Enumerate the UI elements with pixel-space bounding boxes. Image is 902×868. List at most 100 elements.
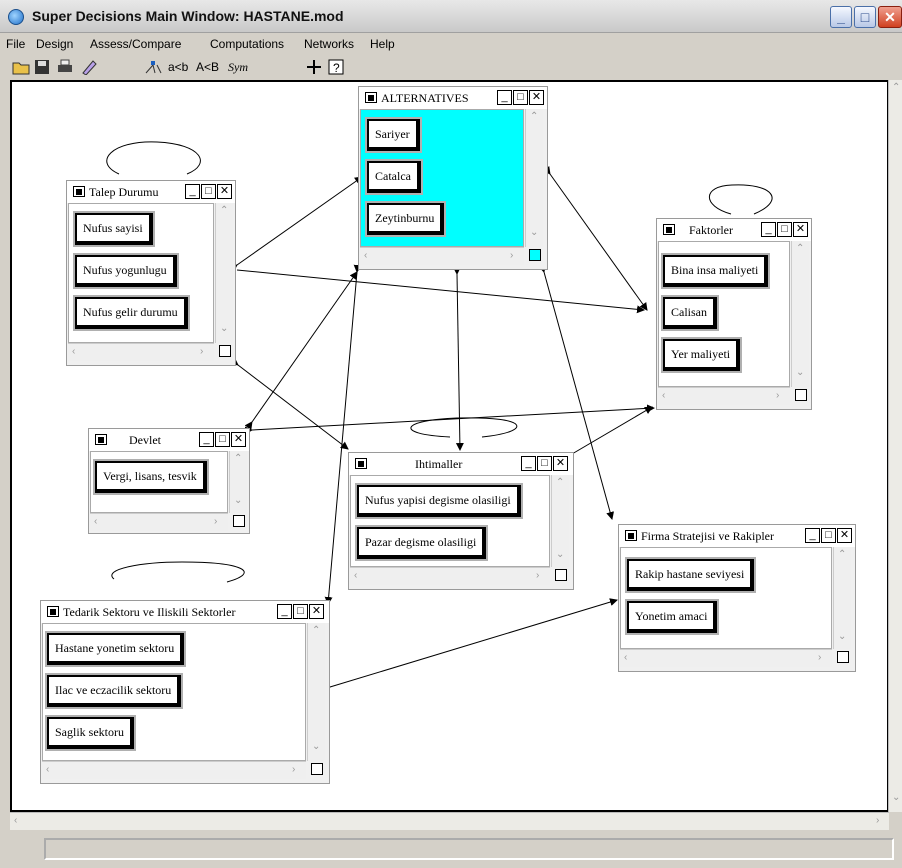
menu-computations[interactable]: Computations (210, 37, 284, 51)
vertical-scrollbar[interactable]: ⌃ ⌄ (551, 475, 569, 567)
compare-lt-button[interactable]: a<b (168, 58, 188, 76)
node-sariyer[interactable]: Sariyer (367, 119, 420, 151)
cluster-minimize-button[interactable]: _ (805, 528, 820, 543)
cluster-minimize-button[interactable]: _ (521, 456, 536, 471)
cluster-maximize-button[interactable]: □ (513, 90, 528, 105)
pencil-icon[interactable] (80, 58, 98, 76)
node-yer-maliyeti[interactable]: Yer maliyeti (663, 339, 741, 371)
scroll-left-icon[interactable]: ‹ (624, 652, 627, 663)
close-button[interactable]: ✕ (878, 6, 902, 28)
scroll-down-icon[interactable]: ⌄ (556, 549, 564, 560)
network-canvas[interactable]: ALTERNATIVES _ □ ✕ ⌃ ⌄ ‹ › Sariyer Catal… (10, 80, 889, 812)
cluster-maximize-button[interactable]: □ (215, 432, 230, 447)
crosshair-icon[interactable] (306, 58, 322, 76)
cluster-alternatives[interactable]: ALTERNATIVES _ □ ✕ ⌃ ⌄ ‹ › Sariyer Catal… (358, 86, 548, 270)
vertical-scrollbar[interactable]: ⌃ ⌄ (525, 109, 543, 247)
scroll-right-icon[interactable]: › (200, 346, 203, 357)
node-rakip-hastane-seviyesi[interactable]: Rakip hastane seviyesi (627, 559, 755, 591)
horizontal-scrollbar[interactable]: ‹ › (350, 567, 550, 585)
vertical-scrollbar[interactable]: ⌃ ⌄ (791, 241, 809, 387)
horizontal-scrollbar[interactable]: ‹ › (658, 387, 790, 405)
open-folder-icon[interactable] (12, 58, 30, 76)
scroll-left-icon[interactable]: ‹ (46, 764, 49, 775)
cluster-close-button[interactable]: ✕ (553, 456, 568, 471)
node-yonetim-amaci[interactable]: Yonetim amaci (627, 601, 718, 633)
cluster-minimize-button[interactable]: _ (497, 90, 512, 105)
scroll-down-icon[interactable]: ⌄ (530, 227, 538, 238)
node-vergi-lisans-tesvik[interactable]: Vergi, lisans, tesvik (95, 461, 207, 493)
cluster-menu-icon[interactable] (73, 186, 85, 197)
resize-corner[interactable] (555, 569, 567, 581)
cluster-minimize-button[interactable]: _ (199, 432, 214, 447)
vertical-scrollbar[interactable]: ⌃ ⌄ (229, 451, 247, 513)
main-vertical-scrollbar[interactable]: ⌃ ⌄ (888, 80, 902, 812)
node-pazar-degisme-olasiligi[interactable]: Pazar degisme olasiligi (357, 527, 487, 559)
node-nufus-yapisi-degisme-olasiligi[interactable]: Nufus yapisi degisme olasiligi (357, 485, 521, 517)
resize-corner[interactable] (219, 345, 231, 357)
cluster-minimize-button[interactable]: _ (761, 222, 776, 237)
scroll-up-icon[interactable]: ⌃ (220, 205, 228, 216)
scroll-up-icon[interactable]: ⌃ (796, 243, 804, 254)
main-horizontal-scrollbar[interactable]: ‹ › (10, 812, 889, 830)
horizontal-scrollbar[interactable]: ‹ › (68, 343, 214, 361)
cluster-close-button[interactable]: ✕ (217, 184, 232, 199)
scroll-right-icon[interactable]: › (510, 250, 513, 261)
scroll-right-icon[interactable]: › (214, 516, 217, 527)
scroll-right-icon[interactable]: › (292, 764, 295, 775)
cluster-faktorler[interactable]: Faktorler _ □ ✕ ⌃ ⌄ ‹ › Bina insa maliye… (656, 218, 812, 410)
cluster-link-icon[interactable] (144, 58, 164, 76)
scroll-down-icon[interactable]: ⌄ (220, 323, 228, 334)
node-ilac-ve-eczacilik-sektoru[interactable]: Ilac ve eczacilik sektoru (47, 675, 182, 707)
scroll-down-icon[interactable]: ⌄ (892, 792, 900, 803)
menu-assess-compare[interactable]: Assess/Compare (90, 37, 181, 51)
cluster-menu-icon[interactable] (47, 606, 59, 617)
scroll-left-icon[interactable]: ‹ (364, 250, 367, 261)
cluster-maximize-button[interactable]: □ (201, 184, 216, 199)
scroll-down-icon[interactable]: ⌄ (838, 631, 846, 642)
maximize-button[interactable]: □ (854, 6, 876, 28)
node-nufus-sayisi[interactable]: Nufus sayisi (75, 213, 153, 245)
scroll-left-icon[interactable]: ‹ (662, 390, 665, 401)
vertical-scrollbar[interactable]: ⌃ ⌄ (833, 547, 851, 649)
horizontal-scrollbar[interactable]: ‹ › (620, 649, 832, 667)
cluster-header[interactable]: Talep Durumu _ □ ✕ (67, 181, 235, 203)
cluster-menu-icon[interactable] (355, 458, 367, 469)
scroll-up-icon[interactable]: ⌃ (312, 625, 320, 636)
node-nufus-yogunlugu[interactable]: Nufus yogunlugu (75, 255, 177, 287)
cluster-talep-durumu[interactable]: Talep Durumu _ □ ✕ ⌃ ⌄ ‹ › Nufus sayisi … (66, 180, 236, 366)
minimize-button[interactable]: _ (830, 6, 852, 28)
resize-corner[interactable] (837, 651, 849, 663)
resize-corner[interactable] (529, 249, 541, 261)
node-catalca[interactable]: Catalca (367, 161, 421, 193)
node-zeytinburnu[interactable]: Zeytinburnu (367, 203, 445, 235)
horizontal-scrollbar[interactable]: ‹ › (42, 761, 306, 779)
scroll-down-icon[interactable]: ⌄ (234, 495, 242, 506)
cluster-menu-icon[interactable] (365, 92, 377, 103)
horizontal-scrollbar[interactable]: ‹ › (90, 513, 228, 531)
cluster-close-button[interactable]: ✕ (529, 90, 544, 105)
cluster-ihtimaller[interactable]: Ihtimaller _ □ ✕ ⌃ ⌄ ‹ › Nufus yapisi de… (348, 452, 574, 590)
menu-networks[interactable]: Networks (304, 37, 354, 51)
print-icon[interactable] (56, 58, 74, 76)
scroll-left-icon[interactable]: ‹ (14, 815, 17, 826)
cluster-minimize-button[interactable]: _ (185, 184, 200, 199)
cluster-close-button[interactable]: ✕ (309, 604, 324, 619)
cluster-minimize-button[interactable]: _ (277, 604, 292, 619)
scroll-down-icon[interactable]: ⌄ (312, 741, 320, 752)
cluster-maximize-button[interactable]: □ (537, 456, 552, 471)
scroll-left-icon[interactable]: ‹ (354, 570, 357, 581)
cluster-firma-stratejisi[interactable]: Firma Stratejisi ve Rakipler _ □ ✕ ⌃ ⌄ ‹… (618, 524, 856, 672)
cluster-close-button[interactable]: ✕ (837, 528, 852, 543)
cluster-header[interactable]: Devlet _ □ ✕ (89, 429, 249, 451)
resize-corner[interactable] (311, 763, 323, 775)
vertical-scrollbar[interactable]: ⌃ ⌄ (307, 623, 325, 761)
scroll-right-icon[interactable]: › (818, 652, 821, 663)
horizontal-scrollbar[interactable]: ‹ › (360, 247, 524, 265)
cluster-maximize-button[interactable]: □ (821, 528, 836, 543)
cluster-menu-icon[interactable] (663, 224, 675, 235)
resize-corner[interactable] (233, 515, 245, 527)
save-icon[interactable] (34, 58, 50, 76)
cluster-maximize-button[interactable]: □ (777, 222, 792, 237)
cluster-header[interactable]: Tedarik Sektoru ve Iliskili Sektorler _ … (41, 601, 329, 623)
menu-help[interactable]: Help (370, 37, 395, 51)
